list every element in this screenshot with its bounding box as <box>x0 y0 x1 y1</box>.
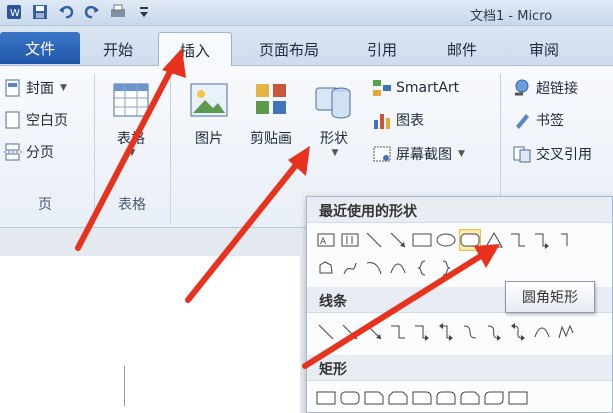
elbow-arrow-connector-shape[interactable] <box>411 321 433 343</box>
hyperlink-button[interactable]: 超链接 <box>512 78 578 98</box>
tab-page-layout[interactable]: 页面布局 <box>244 32 334 66</box>
table-icon <box>113 83 149 117</box>
chart-button[interactable]: 图表 <box>372 110 424 130</box>
text-box-shape[interactable]: A <box>315 229 337 251</box>
frame-rectangle-shape[interactable] <box>507 387 529 409</box>
elbow-arrow-connector-shape[interactable] <box>531 229 553 251</box>
clipart-button[interactable]: 剪贴画 <box>242 80 300 148</box>
text-cursor <box>124 366 125 406</box>
hyperlink-icon <box>515 79 529 96</box>
round-same-side-rectangle-shape[interactable] <box>435 387 457 409</box>
tab-references[interactable]: 引用 <box>352 32 412 66</box>
page-break-button[interactable]: 分页 <box>4 142 54 162</box>
rectangle-shape[interactable] <box>411 229 433 251</box>
rectangles-row <box>315 387 529 409</box>
smartart-button[interactable]: SmartArt <box>372 78 459 98</box>
curve-shape[interactable] <box>531 321 553 343</box>
screenshot-icon <box>373 146 391 162</box>
cover-page-button[interactable]: 封面 ▼ <box>4 78 67 98</box>
blank-page-button[interactable]: 空白页 <box>4 110 68 130</box>
snip-round-rectangle-shape[interactable] <box>459 387 481 409</box>
chevron-down-icon: ▼ <box>458 149 465 159</box>
rounded-rectangle-shape[interactable] <box>339 387 361 409</box>
recent-shapes-row: A <box>315 229 577 251</box>
curve-shape[interactable] <box>387 257 409 279</box>
tab-mailings[interactable]: 邮件 <box>432 32 492 66</box>
recent-shapes-row-2 <box>315 257 457 279</box>
round-corner-rectangle-shape[interactable] <box>411 387 433 409</box>
ribbon-tab-bar: 文件 开始 插入 页面布局 引用 邮件 审阅 <box>0 26 613 67</box>
smartart-icon <box>373 80 391 96</box>
chevron-down-icon: ▼ <box>60 83 67 93</box>
group-separator <box>170 74 171 224</box>
page-break-icon <box>4 143 22 161</box>
picture-icon <box>190 83 228 117</box>
freeform-line-shape[interactable] <box>555 321 577 343</box>
screenshot-button[interactable]: 屏幕截图 ▼ <box>372 144 465 164</box>
chart-icon <box>374 114 390 129</box>
group-label-pages: 页 <box>38 197 52 213</box>
svg-text:A: A <box>320 237 327 247</box>
shape-tooltip: 圆角矩形 <box>505 281 595 313</box>
rectangle-shape[interactable] <box>315 387 337 409</box>
double-arrow-line-shape[interactable] <box>363 321 385 343</box>
snip-same-side-rectangle-shape[interactable] <box>387 387 409 409</box>
arrow-line-shape[interactable] <box>339 321 361 343</box>
shapes-icon <box>315 87 351 119</box>
shapes-button[interactable]: 形状 ▼ <box>308 80 360 158</box>
group-separator <box>94 74 95 224</box>
line-shape[interactable] <box>315 321 337 343</box>
table-button[interactable]: 表格 ▼ <box>106 80 156 158</box>
curved-connector-shape[interactable] <box>459 321 481 343</box>
cross-reference-button[interactable]: 交叉引用 <box>512 144 592 164</box>
elbow-double-arrow-shape[interactable] <box>435 321 457 343</box>
left-brace-shape[interactable] <box>411 257 433 279</box>
rounded-rectangle-shape[interactable] <box>459 229 481 251</box>
vertical-text-box-shape[interactable] <box>339 229 361 251</box>
chevron-down-icon: ▼ <box>128 148 136 158</box>
rectangles-header: 矩形 <box>307 355 612 381</box>
title-bar: W 文档1 - Micro <box>0 0 613 26</box>
quick-print-icon[interactable] <box>108 3 128 21</box>
tab-insert[interactable]: 插入 <box>158 32 232 67</box>
customize-qat-icon[interactable] <box>134 3 154 21</box>
bookmark-button[interactable]: 书签 <box>512 110 564 130</box>
elbow-connector-shape[interactable] <box>387 321 409 343</box>
elbow-double-arrow-shape[interactable] <box>555 229 577 251</box>
curved-double-arrow-shape[interactable] <box>507 321 529 343</box>
group-label-tables: 表格 <box>118 197 146 213</box>
arrow-line-shape[interactable] <box>387 229 409 251</box>
tab-home[interactable]: 开始 <box>86 32 150 66</box>
blank-page-icon <box>5 111 20 129</box>
bookmark-icon <box>516 114 529 129</box>
diagonal-round-rectangle-shape[interactable] <box>483 387 505 409</box>
document-page[interactable] <box>0 256 300 413</box>
scribble-shape[interactable] <box>339 257 361 279</box>
cover-page-icon <box>5 79 20 97</box>
lines-row <box>315 321 577 343</box>
curve-arrow-shape[interactable] <box>363 257 385 279</box>
snip-corner-rectangle-shape[interactable] <box>363 387 385 409</box>
save-icon[interactable] <box>30 3 50 21</box>
redo-icon[interactable] <box>82 3 102 21</box>
undo-icon[interactable] <box>56 3 76 21</box>
word-icon[interactable]: W <box>4 3 24 21</box>
freeform-shape[interactable] <box>315 257 337 279</box>
right-brace-shape[interactable] <box>435 257 457 279</box>
window-title: 文档1 - Micro <box>470 9 553 24</box>
svg-text:W: W <box>10 8 20 19</box>
curved-arrow-connector-shape[interactable] <box>483 321 505 343</box>
elbow-connector-shape[interactable] <box>507 229 529 251</box>
quick-access-toolbar: W <box>4 3 154 21</box>
recent-shapes-header: 最近使用的形状 <box>307 197 612 223</box>
line-shape[interactable] <box>363 229 385 251</box>
cross-reference-icon <box>513 146 531 163</box>
clipart-icon <box>256 84 286 114</box>
tab-file[interactable]: 文件 <box>0 32 80 64</box>
oval-shape[interactable] <box>435 229 457 251</box>
triangle-shape[interactable] <box>483 229 505 251</box>
picture-button[interactable]: 图片 <box>184 80 234 148</box>
tab-review[interactable]: 审阅 <box>514 32 574 66</box>
chevron-down-icon: ▼ <box>331 148 339 158</box>
